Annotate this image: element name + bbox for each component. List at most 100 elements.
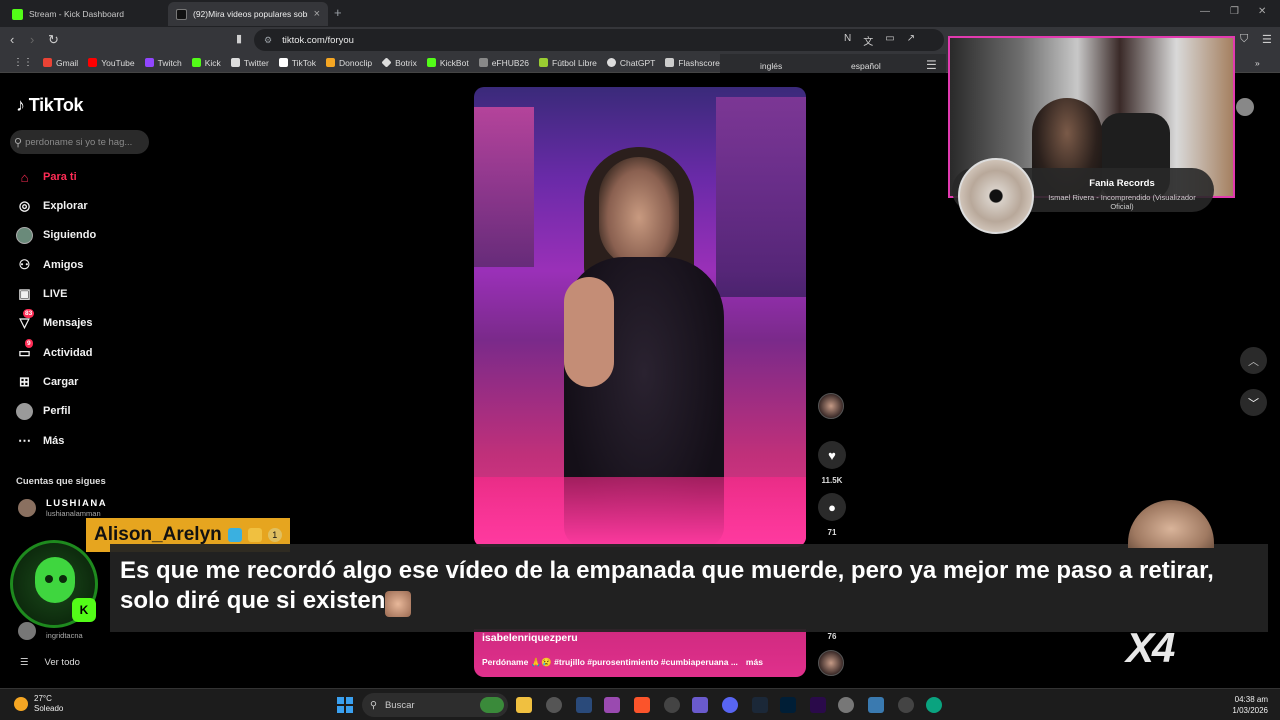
nav-item-perfil[interactable]: Perfil — [16, 401, 71, 421]
bookmark-icon[interactable]: ▮ — [236, 32, 242, 45]
site-info-icon[interactable]: ⚙ — [264, 35, 272, 46]
heart-icon: ♥ — [828, 447, 836, 463]
tab-title: Stream - Kick Dashboard — [29, 9, 124, 19]
obs-icon[interactable] — [546, 697, 562, 713]
settings-icon[interactable] — [838, 697, 854, 713]
following-account[interactable]: LUSHIANA lushianalamman — [18, 498, 107, 518]
x-icon — [230, 58, 240, 67]
bookmark-chatgpt[interactable]: ChatGPT — [602, 58, 660, 68]
weather-widget[interactable]: 27°C Soleado — [14, 694, 63, 714]
app-icon[interactable] — [604, 697, 620, 713]
steam-icon[interactable] — [752, 697, 768, 713]
activity-badge: 9 — [25, 338, 33, 348]
more-link[interactable]: más — [746, 657, 763, 667]
user-avatar[interactable] — [1236, 98, 1254, 116]
tab-kick-dashboard[interactable]: Stream - Kick Dashboard — [4, 2, 166, 26]
chat-alert: K Alison_Arelyn 1 Es que me recordó algo… — [0, 516, 1280, 656]
nav-item-explorar[interactable]: ◎ Explorar — [16, 196, 88, 216]
apps-icon[interactable]: ⋮⋮ — [8, 57, 38, 68]
back-button[interactable]: ‹ — [10, 32, 14, 47]
start-button[interactable] — [337, 697, 353, 713]
translate-source-tab[interactable]: inglés — [760, 61, 782, 71]
futbol-libre-icon — [539, 58, 549, 67]
nav-item-siguiendo[interactable]: Siguiendo — [16, 225, 96, 245]
app-icon[interactable] — [576, 697, 592, 713]
share-icon[interactable]: ↗ — [907, 33, 915, 48]
edge-icon[interactable] — [926, 697, 942, 713]
photoshop-icon[interactable] — [780, 697, 796, 713]
now-playing-song: Ismael Rivera - Incomprendido (Visualiza… — [1048, 193, 1196, 211]
maximize-button[interactable]: ❐ — [1230, 6, 1239, 17]
shield-icon[interactable]: ⛉ — [1240, 33, 1248, 46]
file-explorer-icon[interactable] — [516, 697, 532, 713]
bookmark-youtube[interactable]: YouTube — [83, 58, 139, 68]
tiktok-logo[interactable]: ♪ TikTok — [16, 95, 84, 116]
tab-tiktok[interactable]: (92)Mira videos populares sobre × — [168, 2, 328, 26]
nav-item-cargar[interactable]: ⊞ Cargar — [16, 372, 78, 392]
like-button[interactable]: ♥ — [818, 441, 846, 469]
efhub-icon — [478, 58, 488, 67]
bookmark-donoclip[interactable]: Donoclip — [321, 58, 377, 68]
translate-icon[interactable]: 文 — [863, 33, 873, 48]
screen: Stream - Kick Dashboard (92)Mira videos … — [0, 0, 1280, 720]
nav-item-live[interactable]: ▣ LIVE — [16, 284, 67, 304]
next-video-button[interactable]: ﹀ — [1240, 389, 1267, 416]
search-input[interactable]: ⚲ perdoname si yo te hag... — [10, 130, 149, 154]
minimize-button[interactable]: — — [1200, 6, 1210, 17]
discord-icon[interactable] — [722, 697, 738, 713]
nav-item-actividad[interactable]: ▭ 9 Actividad — [16, 338, 93, 363]
nav-item-amigos[interactable]: ⚇ Amigos — [16, 255, 84, 275]
bookmark-kickbot[interactable]: KickBot — [422, 58, 474, 68]
translate-menu-icon[interactable]: ☰ — [926, 58, 937, 72]
nav-item-mensajes[interactable]: ▽ 83 Mensajes — [16, 308, 93, 333]
stage-light — [716, 97, 806, 297]
nav-item-mas[interactable]: ⋯ Más — [16, 431, 64, 451]
bookmark-efhub26[interactable]: eFHUB26 — [474, 58, 534, 68]
see-all-button[interactable]: ☰ Ver todo — [20, 657, 80, 668]
bookmark-gmail[interactable]: Gmail — [38, 58, 83, 68]
bookmark-twitch[interactable]: Twitch — [140, 58, 187, 68]
close-tab-icon[interactable]: × — [314, 8, 320, 20]
tree-widget-icon[interactable] — [480, 697, 504, 713]
app-icon[interactable] — [692, 697, 708, 713]
bookmark-futbol-libre[interactable]: Fútbol Libre — [534, 58, 602, 68]
bookmark-twitter[interactable]: Twitter — [226, 58, 274, 68]
more-bookmarks-icon[interactable]: » — [1250, 58, 1265, 68]
flashscore-icon — [665, 58, 675, 67]
browser-tab-strip: Stream - Kick Dashboard (92)Mira videos … — [0, 0, 1280, 27]
menu-icon[interactable]: ☰ — [1262, 33, 1272, 46]
nav-item-para-ti[interactable]: ⌂ Para ti — [16, 167, 77, 187]
now-playing-artist: Fania Records — [1089, 178, 1155, 189]
cast-icon[interactable]: ▭ — [885, 33, 894, 48]
like-count: 11.5K — [821, 476, 843, 485]
close-window-button[interactable]: ✕ — [1258, 6, 1266, 17]
bookmark-tiktok[interactable]: TikTok — [274, 58, 321, 68]
player-icon[interactable] — [898, 697, 914, 713]
video-player[interactable] — [474, 87, 806, 547]
avatar-eye — [59, 575, 67, 583]
forward-button[interactable]: › — [30, 32, 34, 47]
address-bar[interactable]: ⚙ tiktok.com/foryou — [254, 29, 944, 51]
reload-button[interactable]: ↻ — [48, 32, 59, 48]
video-caption: Perdóname 🙏😢 #trujillo #purosentimiento … — [482, 657, 763, 667]
translate-target-tab[interactable]: español — [851, 61, 881, 71]
bookmark-botrix[interactable]: Botrix — [377, 57, 422, 68]
new-tab-button[interactable]: + — [334, 5, 342, 20]
badge-count: 1 — [267, 528, 282, 542]
avatar — [18, 499, 36, 517]
system-clock[interactable]: 04:38 am 1/03/2026 — [1224, 694, 1268, 716]
reader-icon[interactable]: N — [844, 33, 851, 48]
previous-video-button[interactable]: ︿ — [1240, 347, 1267, 374]
messages-badge: 83 — [23, 308, 35, 318]
premiere-icon[interactable] — [810, 697, 826, 713]
kick-badge-icon: K — [72, 598, 96, 622]
bookmark-flashscore[interactable]: Flashscore — [660, 58, 725, 68]
brave-icon[interactable] — [634, 697, 650, 713]
comment-icon: ● — [828, 499, 836, 515]
notepad-icon[interactable] — [868, 697, 884, 713]
search-placeholder: perdoname si yo te hag... — [25, 136, 133, 148]
bookmark-kick[interactable]: Kick — [187, 58, 226, 68]
creator-avatar[interactable] — [818, 393, 844, 419]
chat-message-box: Es que me recordó algo ese vídeo de la e… — [110, 544, 1268, 632]
media-icon[interactable] — [664, 697, 680, 713]
